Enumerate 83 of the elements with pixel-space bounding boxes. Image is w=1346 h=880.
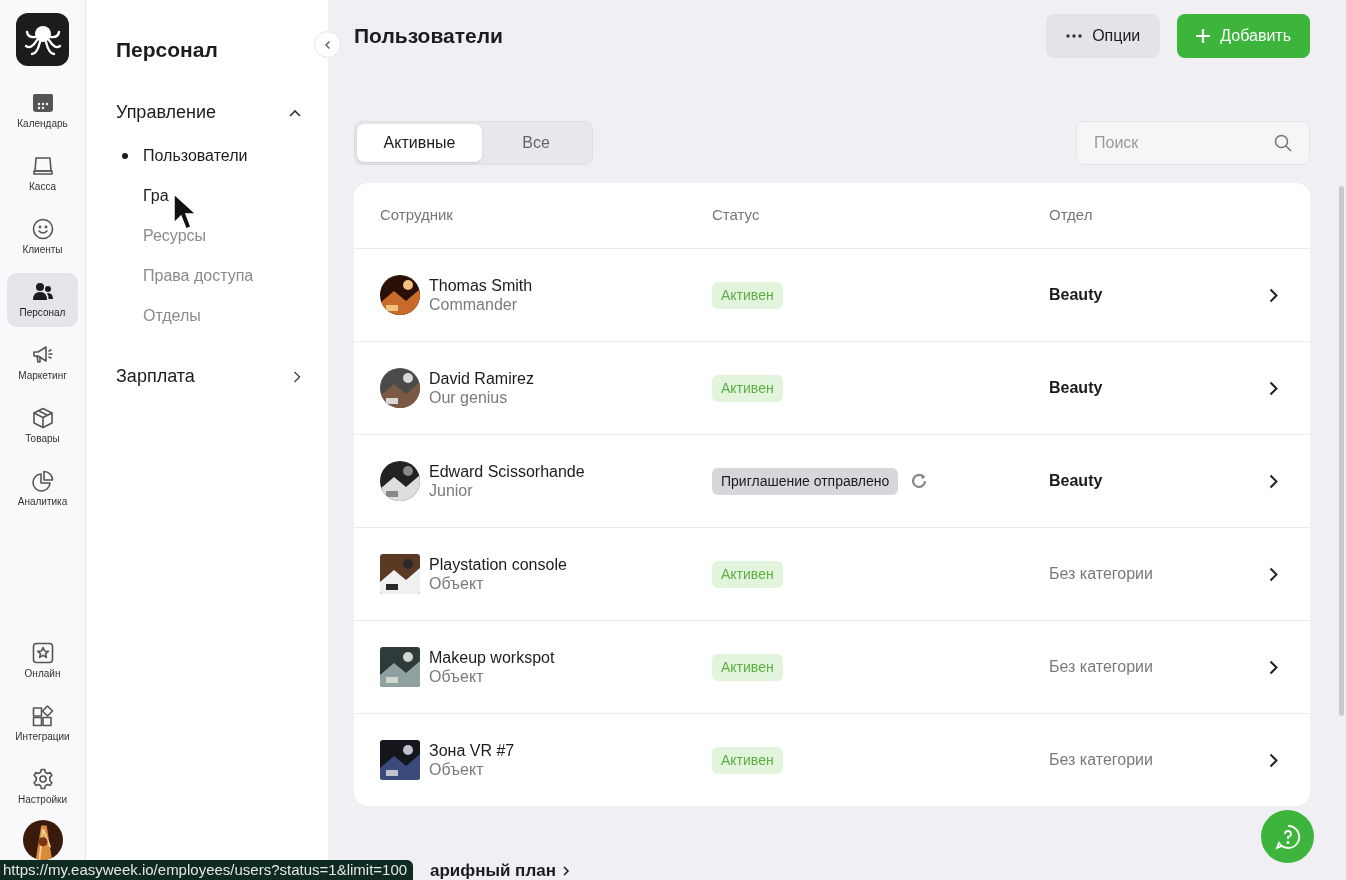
nav-item[interactable]: Аналитика bbox=[7, 462, 78, 516]
register-icon[interactable] bbox=[31, 155, 54, 177]
pie-chart-icon[interactable] bbox=[31, 470, 54, 492]
octopus-logo-icon[interactable] bbox=[16, 13, 69, 66]
megaphone-icon[interactable] bbox=[31, 344, 54, 366]
employee-name: Makeup workspot bbox=[429, 648, 555, 667]
column-header: Статус bbox=[712, 205, 761, 226]
nav-item[interactable]: Онлайн bbox=[7, 634, 78, 688]
help-icon[interactable] bbox=[1274, 823, 1301, 850]
table-row[interactable]: Edward Scissorhande Junior Приглашение отправлено Beauty bbox=[354, 434, 1310, 527]
box-icon[interactable] bbox=[31, 407, 54, 429]
status-badge: Активен bbox=[712, 560, 783, 588]
nav-item[interactable]: Клиенты bbox=[7, 210, 78, 264]
chevron-right-icon[interactable] bbox=[1269, 566, 1278, 582]
employee-role: Our genius bbox=[429, 388, 509, 407]
status-badge: Активен bbox=[712, 746, 783, 774]
employee-name: Thomas Smith bbox=[429, 276, 533, 295]
employee-role: Commander bbox=[429, 295, 519, 314]
refresh-icon[interactable] bbox=[910, 472, 929, 490]
sidebar-title: Персонал bbox=[116, 37, 218, 63]
employee-name: David Ramirez bbox=[429, 369, 534, 388]
nav-item[interactable]: Персонал bbox=[7, 273, 78, 327]
sidebar-link[interactable]: Гра bbox=[143, 183, 169, 208]
employee-name: Зона VR #7 bbox=[429, 741, 515, 760]
help-button[interactable] bbox=[1261, 810, 1314, 863]
status-badge: Активен bbox=[712, 281, 783, 309]
url-tooltip: https://my.easyweek.io/employees/users?status=1&limit=100 bbox=[0, 860, 414, 880]
section-header[interactable]: Зарплата bbox=[116, 361, 301, 392]
section-header[interactable]: Управление bbox=[116, 97, 301, 128]
employee-role: Junior bbox=[429, 481, 474, 500]
chevron-right-icon[interactable] bbox=[1269, 380, 1278, 396]
scrollbar[interactable] bbox=[1339, 186, 1344, 716]
settings-icon[interactable] bbox=[31, 768, 54, 790]
nav-item[interactable]: Календарь bbox=[7, 84, 78, 138]
chevron-right-icon[interactable] bbox=[561, 865, 570, 876]
calendar-icon[interactable] bbox=[31, 92, 54, 114]
department-text: Без категории bbox=[1049, 565, 1153, 582]
smile-icon[interactable] bbox=[31, 218, 54, 240]
filter-tab[interactable]: Активные bbox=[357, 124, 482, 162]
chevron-right-icon[interactable] bbox=[1269, 473, 1278, 489]
search-icon[interactable] bbox=[1274, 134, 1292, 152]
table-row[interactable]: Makeup workspot Объект Активен Без категории bbox=[354, 620, 1310, 713]
filter-tab[interactable]: Все bbox=[482, 124, 590, 162]
table-row[interactable]: David Ramirez Our genius Активен Beauty bbox=[354, 341, 1310, 434]
status-badge: Активен bbox=[712, 653, 783, 681]
nav-item[interactable]: Касса bbox=[7, 147, 78, 201]
nav-item[interactable]: Настройки bbox=[7, 760, 78, 814]
department-text: Без категории bbox=[1049, 751, 1153, 768]
status-badge: Активен bbox=[712, 374, 783, 402]
chevron-right-icon[interactable] bbox=[1269, 752, 1278, 768]
department-text: Beauty bbox=[1049, 379, 1103, 396]
employee-role: Объект bbox=[429, 760, 485, 779]
nav-item[interactable]: Товары bbox=[7, 399, 78, 453]
options-button[interactable]: Опции bbox=[1046, 14, 1161, 58]
chevron-up-icon[interactable] bbox=[289, 108, 301, 117]
chevron-right-icon[interactable] bbox=[293, 370, 301, 383]
sidebar-link[interactable]: Ресурсы bbox=[143, 223, 207, 248]
chevron-right-icon[interactable] bbox=[1269, 659, 1278, 675]
employee-role: Объект bbox=[429, 574, 485, 593]
department-text: Без категории bbox=[1049, 658, 1153, 675]
sidebar-link[interactable]: Пользователи bbox=[143, 143, 248, 168]
column-header: Сотрудник bbox=[380, 205, 454, 226]
chevron-right-icon[interactable] bbox=[1269, 287, 1278, 303]
plus-icon bbox=[1196, 29, 1211, 43]
status-badge: Приглашение отправлено bbox=[712, 467, 899, 495]
puzzle-grid-icon[interactable] bbox=[31, 705, 54, 727]
employee-name: Edward Scissorhande bbox=[429, 462, 585, 481]
table-row[interactable]: Thomas Smith Commander Активен Beauty bbox=[354, 248, 1310, 341]
page-title: Пользователи bbox=[354, 23, 503, 50]
employee-name: Playstation console bbox=[429, 555, 567, 574]
people-icon[interactable] bbox=[31, 281, 54, 303]
plan-link[interactable]: арифный план bbox=[430, 858, 556, 880]
search-field[interactable]: Поиск bbox=[1076, 121, 1310, 165]
table-row[interactable]: Зона VR #7 Объект Активен Без категории bbox=[354, 713, 1310, 806]
nav-item[interactable]: Маркетинг bbox=[7, 336, 78, 390]
department-text: Beauty bbox=[1049, 286, 1103, 303]
more-icon bbox=[1066, 34, 1083, 38]
column-header: Отдел bbox=[1049, 205, 1094, 226]
table-row[interactable]: Playstation console Объект Активен Без категории bbox=[354, 527, 1310, 620]
employee-role: Объект bbox=[429, 667, 485, 686]
chevron-left-icon[interactable] bbox=[322, 39, 333, 50]
nav-item[interactable]: Интеграции bbox=[7, 697, 78, 751]
department-text: Beauty bbox=[1049, 472, 1103, 489]
